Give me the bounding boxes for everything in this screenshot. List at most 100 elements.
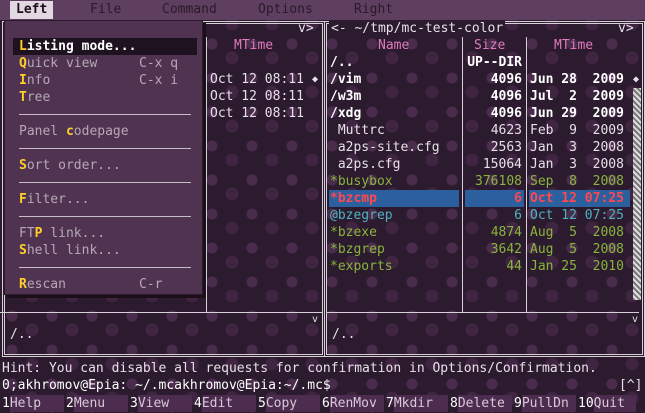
left-row-mtime: Oct 12 08:11 [210, 106, 304, 121]
menu-left[interactable]: Left [10, 1, 54, 19]
fkey-help[interactable]: 1Help [2, 395, 64, 412]
left-row-mtime: Oct 12 08:11 [210, 89, 304, 104]
file-size: 6 [514, 191, 522, 206]
fkey-pulldn[interactable]: 9PullDn [514, 395, 576, 412]
fkey-number: 9 [514, 396, 522, 411]
file-mtime: Aug 5 2008 [530, 242, 624, 257]
file-mtime: Aug 5 2008 [530, 225, 624, 240]
file-mtime: Jan 25 2010 [530, 259, 624, 274]
file-name: @bzegrep [330, 208, 393, 223]
hotkey-letter: Q [19, 56, 27, 71]
file-size: 2563 [490, 140, 522, 155]
file-name: a2ps-site.cfg [330, 140, 440, 155]
file-mtime: Jul 2 2009 [530, 89, 624, 104]
left-menu-dropdown: Listing mode... Quick view C-x q Info C-… [4, 20, 203, 295]
hotkey-letter: R [19, 277, 27, 292]
hotkey-letter: S [19, 158, 27, 173]
file-name: *exports [330, 259, 393, 274]
file-mtime: Oct 12 07:25 [530, 208, 624, 223]
menu-separator [19, 114, 191, 115]
menu-right[interactable]: Right [354, 1, 393, 19]
hint-line: Hint: You can disable all requests for c… [2, 361, 597, 376]
fkey-delete[interactable]: 8Delete [450, 395, 512, 412]
menu-item-filter[interactable]: Filter... [19, 191, 89, 208]
fkey-number: 5 [258, 396, 266, 411]
hotkey-letter: L [19, 39, 27, 54]
right-panel-path-title[interactable]: <- ~/tmp/mc-test-color [329, 20, 506, 37]
hotkey-letter: S [19, 243, 27, 258]
fkey-number: 8 [450, 396, 458, 411]
menu-item-tree[interactable]: Tree [19, 89, 50, 106]
menu-separator [19, 216, 191, 217]
left-row-mtime: Oct 12 08:11 [210, 72, 304, 87]
file-name: *busybox [330, 174, 393, 189]
left-header-mtime: MTime [234, 38, 274, 53]
right-header-name[interactable]: Name [378, 37, 409, 54]
fkey-menu[interactable]: 2Menu [66, 395, 128, 412]
menu-item-sort-order[interactable]: Sort order... [19, 157, 121, 174]
menu-item-label: odepage [73, 124, 129, 139]
menu-item-quick-view[interactable]: Quick view [19, 55, 97, 72]
menu-options[interactable]: Options [258, 1, 313, 19]
shell-prompt[interactable]: 0;akhromov@Epia: ~/.mcakhromov@Epia:~/.m… [2, 377, 331, 394]
fkey-label: Quit [593, 395, 636, 412]
file-name: *bzexe [330, 225, 377, 240]
file-name: /w3m [330, 89, 362, 104]
right-footer-marker: v [632, 314, 639, 325]
left-scroll-marker: ◆ [312, 74, 319, 85]
right-header-mtime[interactable]: MTime [554, 37, 593, 54]
fkey-number: 6 [322, 396, 330, 411]
fkey-view[interactable]: 3View [130, 395, 192, 412]
fkey-renmov[interactable]: 6RenMov [322, 395, 384, 412]
right-panel-mini-status-divider [326, 312, 639, 313]
hotkey-letter: T [19, 90, 27, 105]
file-name: Muttrc [330, 123, 385, 138]
right-header-size[interactable]: Size [474, 37, 505, 54]
left-panel-corner: v> [298, 21, 314, 36]
fkey-quit[interactable]: 10Quit [578, 395, 636, 412]
menu-item-label: isting mode... [26, 39, 137, 54]
menu-command[interactable]: Command [162, 1, 217, 19]
menu-item-listing-mode[interactable]: Listing mode... [13, 38, 197, 55]
right-panel-scrollbar[interactable] [633, 88, 641, 300]
fkey-number: 2 [66, 396, 74, 411]
fkey-copy[interactable]: 5Copy [258, 395, 320, 412]
file-mtime: Oct 12 07:25 [530, 191, 624, 206]
right-panel-corner[interactable]: v> [618, 20, 634, 37]
file-size: 4096 [490, 72, 522, 87]
file-size: 4096 [490, 89, 522, 104]
file-size: 4096 [490, 106, 522, 121]
menu-bar: Left File Command Options Right [0, 0, 645, 20]
menu-item-shell-link[interactable]: Shell link... [19, 242, 121, 259]
menu-item-rescan[interactable]: Rescan [19, 276, 66, 293]
file-size: 44 [506, 259, 522, 274]
file-name: /vim [330, 72, 362, 87]
fkey-edit[interactable]: 4Edit [194, 395, 256, 412]
fkey-number: 3 [130, 396, 138, 411]
left-footer-path: /.. [10, 327, 34, 342]
menu-item-label: ort order... [26, 158, 121, 173]
menu-separator [19, 182, 191, 183]
function-key-bar: 1Help 2Menu 3View 4Edit 5Copy 6RenMov 7Mkdir 8D… [0, 394, 645, 413]
fkey-number: 10 [578, 396, 594, 411]
menu-item-label-prefix: FT [19, 226, 35, 241]
menu-item-info[interactable]: Info [19, 72, 50, 89]
file-size: 3642 [490, 242, 522, 257]
left-panel-mini-status-divider [0, 312, 323, 313]
file-mtime: Jan 3 2008 [530, 140, 624, 155]
file-mtime: Jan 3 2008 [530, 157, 624, 172]
menu-item-label: nfo [26, 73, 51, 88]
menu-item-panel-codepage[interactable]: Panel codepage [19, 123, 129, 140]
hotkey-letter: c [65, 124, 74, 139]
fkey-label: Delete [457, 395, 512, 412]
file-name: a2ps.cfg [330, 157, 401, 172]
fkey-number: 7 [386, 396, 394, 411]
file-size: 4874 [490, 225, 522, 240]
menu-item-ftp-link[interactable]: FTP link... [19, 225, 105, 242]
fkey-number: 1 [2, 396, 10, 411]
fkey-mkdir[interactable]: 7Mkdir [386, 395, 448, 412]
menu-file[interactable]: File [90, 1, 121, 19]
menu-item-shortcut: C-x q [139, 56, 179, 71]
menu-item-label: hell link... [26, 243, 121, 258]
menu-item-shortcut: C-x i [139, 73, 179, 88]
